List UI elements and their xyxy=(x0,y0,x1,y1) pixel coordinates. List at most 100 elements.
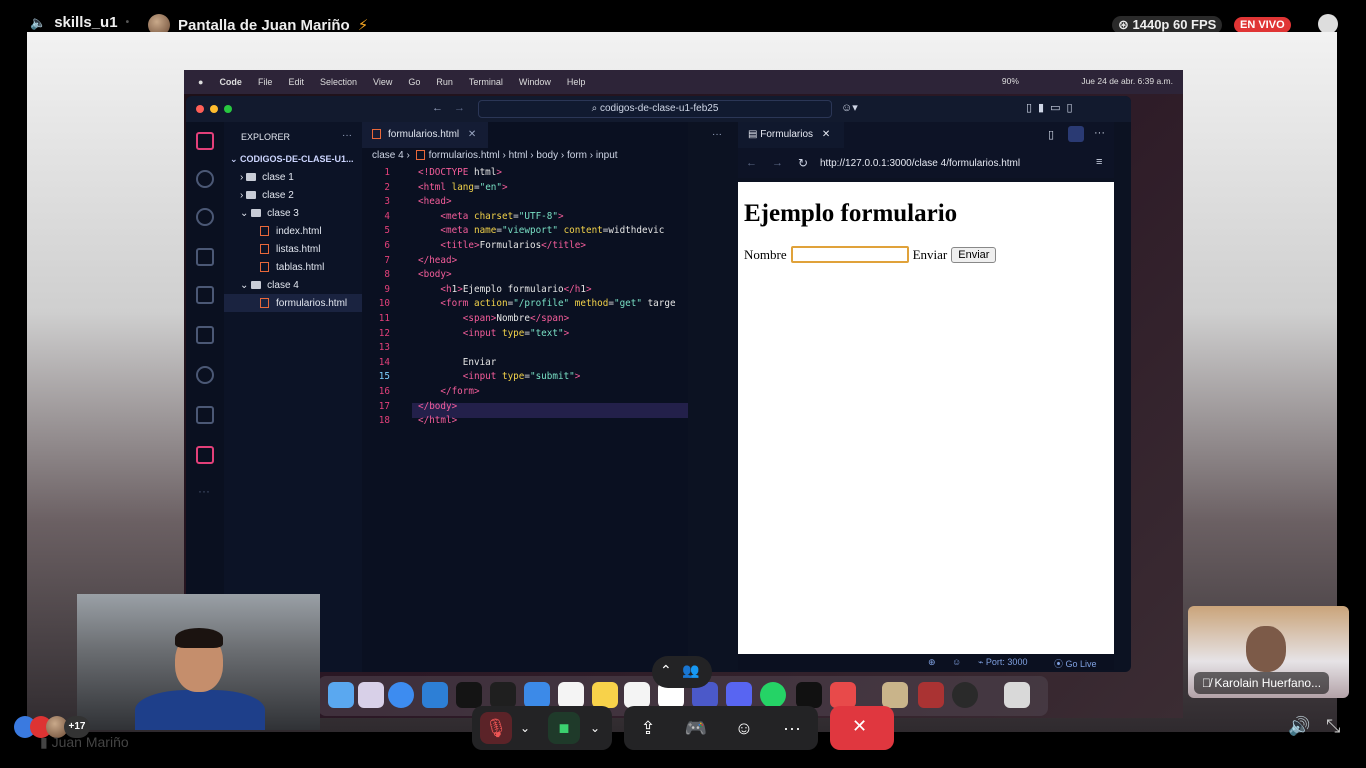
extensions-icon[interactable] xyxy=(196,286,214,304)
app-icon[interactable] xyxy=(830,682,856,708)
channel-title[interactable]: 🔈 skills_u1 • xyxy=(30,14,129,31)
submit-button[interactable]: Enviar xyxy=(951,246,997,263)
code-line[interactable]: <head> xyxy=(418,195,452,210)
more-options-button[interactable]: ··· xyxy=(776,712,808,744)
mic-options-button[interactable]: ⌄ xyxy=(514,712,536,744)
code-line[interactable]: </head> xyxy=(418,254,457,269)
pycharm-icon[interactable] xyxy=(490,682,516,708)
chat-icon[interactable] xyxy=(1318,14,1338,34)
code-line[interactable]: <input type="submit"> xyxy=(418,370,581,385)
breadcrumb-item[interactable]: form xyxy=(567,150,587,161)
breadcrumb-item[interactable]: html xyxy=(509,150,528,161)
folder-clase-4[interactable]: ⌄ clase 4 xyxy=(240,280,299,291)
folder-clase-3[interactable]: ⌄ clase 3 xyxy=(240,208,299,219)
copilot-icon[interactable]: ☺▾ xyxy=(841,101,858,114)
code-line[interactable]: <form action="/profile" method="get" tar… xyxy=(418,297,675,312)
code-line[interactable]: </form> xyxy=(418,385,479,400)
vscode-icon[interactable] xyxy=(422,682,448,708)
exit-fullscreen-icon[interactable]: ⤡ xyxy=(1326,716,1340,737)
code-line[interactable]: <!DOCTYPE html> xyxy=(418,166,502,181)
code-line[interactable]: <meta charset="UTF-8"> xyxy=(418,210,563,225)
preview-url[interactable]: http://127.0.0.1:3000/clase 4/formulario… xyxy=(820,158,1020,169)
preview-back-icon[interactable]: ← xyxy=(746,157,757,169)
code-line[interactable]: <meta name="viewport" content=widthdevic xyxy=(418,224,664,239)
calendar-icon[interactable] xyxy=(624,682,650,708)
explorer-more-icon[interactable]: ··· xyxy=(342,130,352,141)
dictionary-icon[interactable] xyxy=(918,682,944,708)
run-debug-icon[interactable] xyxy=(196,248,214,266)
folder-clase-2[interactable]: › clase 2 xyxy=(240,190,294,201)
tab-preview[interactable]: ▤ Formularios ✕ xyxy=(738,122,844,148)
docker-icon[interactable] xyxy=(196,446,214,464)
menu-window[interactable]: Window xyxy=(519,77,551,87)
participant-tile[interactable]: 🎙̸ Karolain Huerfano... xyxy=(1188,606,1349,698)
patchnotes-icon[interactable] xyxy=(882,682,908,708)
code-line[interactable]: </html> xyxy=(418,414,457,429)
menu-selection[interactable]: Selection xyxy=(320,77,357,87)
code-line[interactable]: <input type="text"> xyxy=(418,327,569,342)
editor-more-icon[interactable]: ··· xyxy=(712,122,722,148)
preview-more-icon[interactable]: ··· xyxy=(1094,127,1105,139)
command-center-search[interactable]: ⌕ codigos-de-clase-u1-feb25 xyxy=(478,100,832,118)
code-line[interactable]: <span>Nombre</span> xyxy=(418,312,569,327)
close-preview-icon[interactable]: ✕ xyxy=(822,129,830,140)
menu-file[interactable]: File xyxy=(258,77,273,87)
menu-edit[interactable]: Edit xyxy=(288,77,304,87)
breadcrumb-item[interactable]: clase 4 xyxy=(372,150,404,161)
code-line[interactable]: <html lang="en"> xyxy=(418,181,508,196)
file-index-html[interactable]: index.html xyxy=(260,226,322,237)
presenter-webcam[interactable] xyxy=(77,594,320,730)
split-editor-icon[interactable]: ▯ xyxy=(1048,128,1054,141)
menu-help[interactable]: Help xyxy=(567,77,586,87)
close-window-button[interactable] xyxy=(196,105,204,113)
mail-icon[interactable] xyxy=(524,682,550,708)
nombre-input[interactable] xyxy=(790,246,909,263)
maximize-window-button[interactable] xyxy=(224,105,232,113)
forward-arrow-icon[interactable]: → xyxy=(454,102,465,114)
go-live-button[interactable]: ⦿ Go Live xyxy=(1054,657,1097,670)
copilot-status-icon[interactable]: ☺ xyxy=(952,657,961,667)
tab-formularios-html[interactable]: formularios.html ✕ xyxy=(362,122,488,148)
code-line[interactable]: Enviar xyxy=(418,356,497,371)
apple-icon[interactable]: ● xyxy=(198,77,203,87)
volume-icon[interactable]: 🔊 xyxy=(1288,716,1310,737)
trash-icon[interactable] xyxy=(1004,682,1030,708)
whatsapp-icon[interactable] xyxy=(760,682,786,708)
remote-explorer-icon[interactable] xyxy=(196,326,214,344)
menu-go[interactable]: Go xyxy=(408,77,420,87)
mic-muted-button[interactable]: 🎙 xyxy=(480,712,512,744)
reload-icon[interactable]: ↻ xyxy=(798,156,808,170)
camera-options-button[interactable]: ⌄ xyxy=(584,712,606,744)
soundboard-button[interactable]: ☺ xyxy=(728,712,760,744)
file-tablas-html[interactable]: tablas.html xyxy=(260,262,324,273)
obs-icon[interactable] xyxy=(952,682,978,708)
terminal-icon[interactable] xyxy=(796,682,822,708)
file-listas-html[interactable]: listas.html xyxy=(260,244,320,255)
expand-controls-button[interactable]: ⌃ 👥 xyxy=(652,656,712,688)
finder-icon[interactable] xyxy=(328,682,354,708)
database-icon[interactable] xyxy=(196,366,214,384)
code-area[interactable]: <!DOCTYPE html> <html lang="en"> <head> <m… xyxy=(418,166,688,466)
reminders-icon[interactable] xyxy=(558,682,584,708)
zoom-icon[interactable]: ⊕ xyxy=(928,657,936,668)
source-control-icon[interactable] xyxy=(196,208,214,226)
discord-icon[interactable] xyxy=(726,682,752,708)
code-line[interactable]: <title>Formularios</title> xyxy=(418,239,586,254)
more-icon[interactable]: ··· xyxy=(198,484,210,498)
workspace-root[interactable]: ⌄ CODIGOS-DE-CLASE-U1... xyxy=(230,154,354,165)
file-formularios-html[interactable]: formularios.html xyxy=(260,298,347,309)
layers-icon[interactable] xyxy=(196,406,214,424)
menu-view[interactable]: View xyxy=(373,77,392,87)
preview-forward-icon[interactable]: → xyxy=(772,157,783,169)
menu-terminal[interactable]: Terminal xyxy=(469,77,503,87)
folder-clase-1[interactable]: › clase 1 xyxy=(240,172,294,183)
code-line[interactable]: <body> xyxy=(418,268,452,283)
leave-call-button[interactable]: ✕ xyxy=(830,706,894,750)
share-screen-button[interactable]: ⇪ xyxy=(632,712,664,744)
menu-app[interactable]: Code xyxy=(219,77,242,87)
activities-button[interactable]: 🎮 xyxy=(680,712,712,744)
menu-icon[interactable]: ≡ xyxy=(1096,156,1102,168)
lock-icon[interactable] xyxy=(1068,126,1084,142)
back-arrow-icon[interactable]: ← xyxy=(432,102,443,114)
code-line[interactable]: </body> xyxy=(418,400,457,415)
